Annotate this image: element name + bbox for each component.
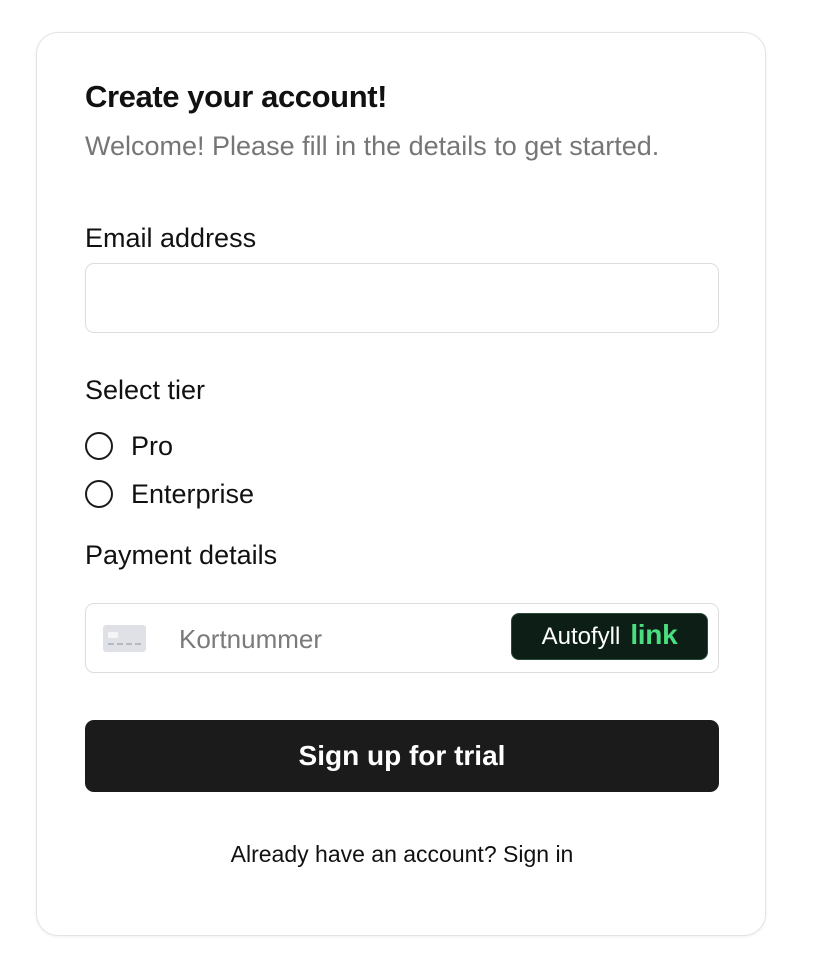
sign-in-prompt: Already have an account? Sign in bbox=[37, 841, 767, 868]
tier-option-enterprise[interactable]: Enterprise bbox=[85, 477, 254, 511]
tier-option-pro[interactable]: Pro bbox=[85, 429, 173, 463]
radio-button-pro[interactable] bbox=[85, 432, 113, 460]
email-field[interactable] bbox=[85, 263, 719, 333]
card-number-input[interactable] bbox=[179, 622, 499, 656]
sign-up-button[interactable]: Sign up for trial bbox=[85, 720, 719, 792]
tier-option-label: Enterprise bbox=[131, 478, 255, 509]
payment-label: Payment details bbox=[85, 540, 278, 570]
tier-option-label: Pro bbox=[131, 430, 174, 461]
sign-in-link[interactable]: Sign in bbox=[503, 841, 573, 867]
autofill-link-button[interactable]: Autofyll link bbox=[511, 613, 708, 660]
signup-card: Create your account! Welcome! Please fil… bbox=[36, 32, 766, 936]
page-subtitle: Welcome! Please fill in the details to g… bbox=[85, 131, 660, 161]
radio-button-enterprise[interactable] bbox=[85, 480, 113, 508]
sign-in-prompt-text: Already have an account? bbox=[230, 841, 497, 867]
page-title: Create your account! bbox=[85, 79, 388, 114]
email-label: Email address bbox=[85, 223, 257, 253]
tier-label: Select tier bbox=[85, 375, 206, 405]
autofill-label: Autofyll bbox=[541, 622, 621, 650]
credit-card-icon bbox=[103, 625, 146, 652]
card-number-field[interactable]: Autofyll link bbox=[85, 603, 719, 673]
link-logo: link bbox=[630, 618, 678, 650]
